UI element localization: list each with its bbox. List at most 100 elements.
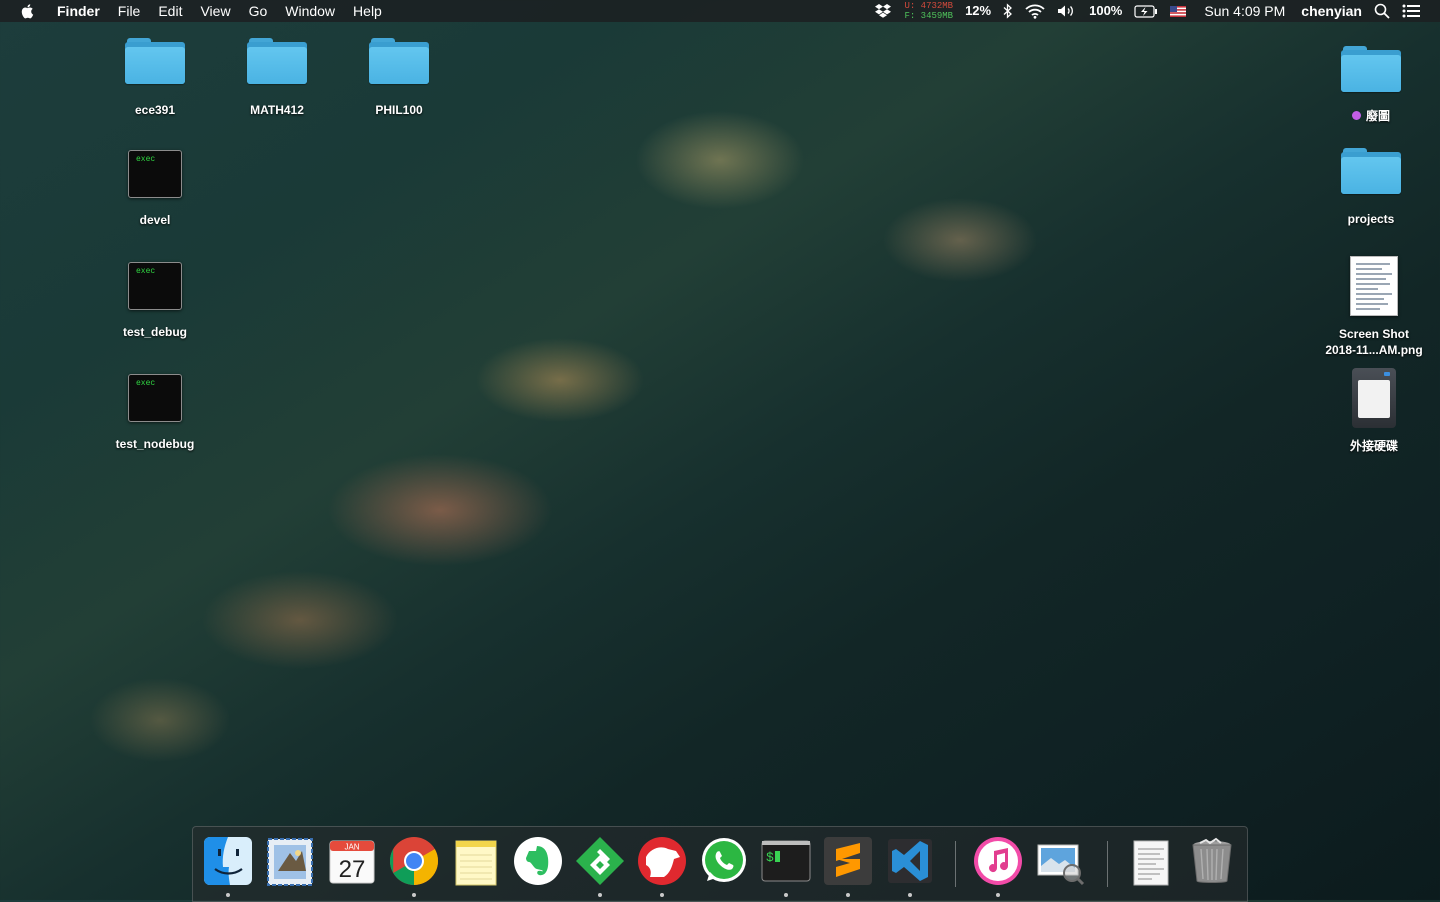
battery-charging-icon[interactable] xyxy=(1128,4,1164,18)
document-stack-icon xyxy=(1133,840,1169,886)
desktop-file-screenshot[interactable]: Screen Shot 2018-11...AM.png xyxy=(1314,256,1434,358)
desktop-item-label: MATH412 xyxy=(250,103,304,117)
battery-percentage[interactable]: 100% xyxy=(1083,0,1128,22)
desktop-folder-phil100[interactable]: PHIL100 xyxy=(339,38,459,118)
notes-icon xyxy=(455,840,497,886)
clock[interactable]: Sun 4:09 PM xyxy=(1192,0,1291,22)
dock-itunes[interactable] xyxy=(972,835,1024,897)
running-indicator xyxy=(598,893,602,897)
menu-go[interactable]: Go xyxy=(240,0,277,22)
mail-icon xyxy=(267,838,313,886)
whatsapp-icon xyxy=(702,838,746,882)
dock-vscode[interactable] xyxy=(884,835,936,897)
menu-window[interactable]: Window xyxy=(276,0,344,22)
dock-separator xyxy=(1107,841,1108,887)
dock-mail[interactable] xyxy=(264,835,316,887)
desktop-item-label: Screen Shot 2018-11...AM.png xyxy=(1325,327,1423,357)
purple-tag-dot xyxy=(1351,111,1361,120)
menu-help[interactable]: Help xyxy=(344,0,391,22)
menu-bar: Finder File Edit View Go Window Help U: … xyxy=(0,0,1440,22)
menu-file[interactable]: File xyxy=(109,0,150,22)
folder-icon xyxy=(1341,46,1401,92)
dock-preview[interactable] xyxy=(1034,835,1086,887)
sublime-icon xyxy=(824,837,872,885)
us-flag-input-source-icon[interactable] xyxy=(1164,5,1192,17)
terminal-prompt: $ xyxy=(766,850,774,865)
apple-menu-icon[interactable] xyxy=(20,3,36,19)
desktop-folder-ece391[interactable]: ece391 xyxy=(95,38,215,118)
terminal-icon: $ xyxy=(761,840,811,882)
bluetooth-icon[interactable] xyxy=(997,3,1019,19)
dock-trash[interactable] xyxy=(1186,835,1238,887)
dock: JAN 27 $ xyxy=(192,826,1248,902)
folder-icon xyxy=(1341,148,1401,194)
running-indicator xyxy=(226,893,230,897)
memory-monitor[interactable]: U: 4732MB F: 3459MB xyxy=(898,1,959,21)
desktop-folder-math412[interactable]: MATH412 xyxy=(217,38,337,118)
running-indicator xyxy=(846,893,850,897)
folder-icon xyxy=(125,38,185,84)
dock-bear[interactable] xyxy=(636,835,688,897)
dropbox-icon[interactable] xyxy=(868,3,898,19)
volume-icon[interactable] xyxy=(1051,4,1083,18)
image-file-thumbnail-icon xyxy=(1350,256,1398,316)
menu-app-finder[interactable]: Finder xyxy=(48,0,109,22)
calendar-day: 27 xyxy=(339,856,366,883)
running-indicator xyxy=(996,893,1000,897)
itunes-icon xyxy=(974,837,1022,885)
unix-executable-icon: exec xyxy=(128,150,182,198)
evernote-icon xyxy=(514,837,562,885)
desktop-item-label: 廢圖 xyxy=(1351,108,1390,124)
feedly-icon xyxy=(576,837,624,885)
unix-executable-icon: exec xyxy=(128,374,182,422)
desktop-item-label: devel xyxy=(139,213,171,227)
dock-evernote[interactable] xyxy=(512,835,564,887)
desktop-folder-projects[interactable]: projects xyxy=(1311,148,1431,227)
spotlight-search-icon[interactable] xyxy=(1368,3,1396,19)
desktop-external-drive[interactable]: 外接硬碟 xyxy=(1314,368,1434,454)
folder-icon xyxy=(247,38,307,84)
folder-icon xyxy=(369,38,429,84)
unix-executable-icon: exec xyxy=(128,262,182,310)
desktop-item-label: 外接硬碟 xyxy=(1349,439,1398,453)
trash-icon xyxy=(1192,837,1232,883)
running-indicator xyxy=(908,893,912,897)
finder-icon xyxy=(204,837,252,885)
cpu-usage[interactable]: 12% xyxy=(959,0,997,22)
chrome-icon xyxy=(389,837,439,885)
bear-icon xyxy=(638,837,686,885)
calendar-icon: JAN 27 xyxy=(329,840,375,884)
desktop-item-label: projects xyxy=(1347,212,1395,226)
menu-edit[interactable]: Edit xyxy=(149,0,191,22)
dock-terminal[interactable]: $ xyxy=(760,835,812,897)
memory-free: F: 3459MB xyxy=(904,11,954,21)
dock-finder[interactable] xyxy=(202,835,254,897)
desktop-item-label: test_debug xyxy=(122,325,187,339)
dock-chrome[interactable] xyxy=(388,835,440,897)
memory-used: U: 4732MB xyxy=(904,1,954,11)
desktop-item-label: PHIL100 xyxy=(375,103,423,117)
dock-calendar[interactable]: JAN 27 xyxy=(326,835,378,887)
desktop-item-label: ece391 xyxy=(134,103,176,117)
user-name[interactable]: chenyian xyxy=(1291,0,1368,22)
dock-documents-stack[interactable] xyxy=(1124,835,1176,887)
running-indicator xyxy=(412,893,416,897)
running-indicator xyxy=(660,893,664,897)
dock-notes[interactable] xyxy=(450,835,502,887)
desktop-folder-feitu[interactable]: 廢圖 xyxy=(1311,46,1431,124)
vscode-icon xyxy=(888,839,932,883)
running-indicator xyxy=(784,893,788,897)
external-drive-icon xyxy=(1352,368,1396,428)
dock-separator xyxy=(955,841,956,887)
dock-sublime-text[interactable] xyxy=(822,835,874,897)
menu-view[interactable]: View xyxy=(191,0,239,22)
desktop-item-label: test_nodebug xyxy=(115,437,195,451)
desktop-exec-devel[interactable]: exec devel xyxy=(95,150,215,228)
desktop-exec-test-debug[interactable]: exec test_debug xyxy=(95,262,215,340)
wifi-icon[interactable] xyxy=(1019,4,1051,19)
notification-center-icon[interactable] xyxy=(1396,4,1440,18)
desktop-exec-test-nodebug[interactable]: exec test_nodebug xyxy=(95,374,215,452)
calendar-month: JAN xyxy=(344,843,359,852)
dock-whatsapp[interactable] xyxy=(698,835,750,887)
dock-feedly[interactable] xyxy=(574,835,626,897)
